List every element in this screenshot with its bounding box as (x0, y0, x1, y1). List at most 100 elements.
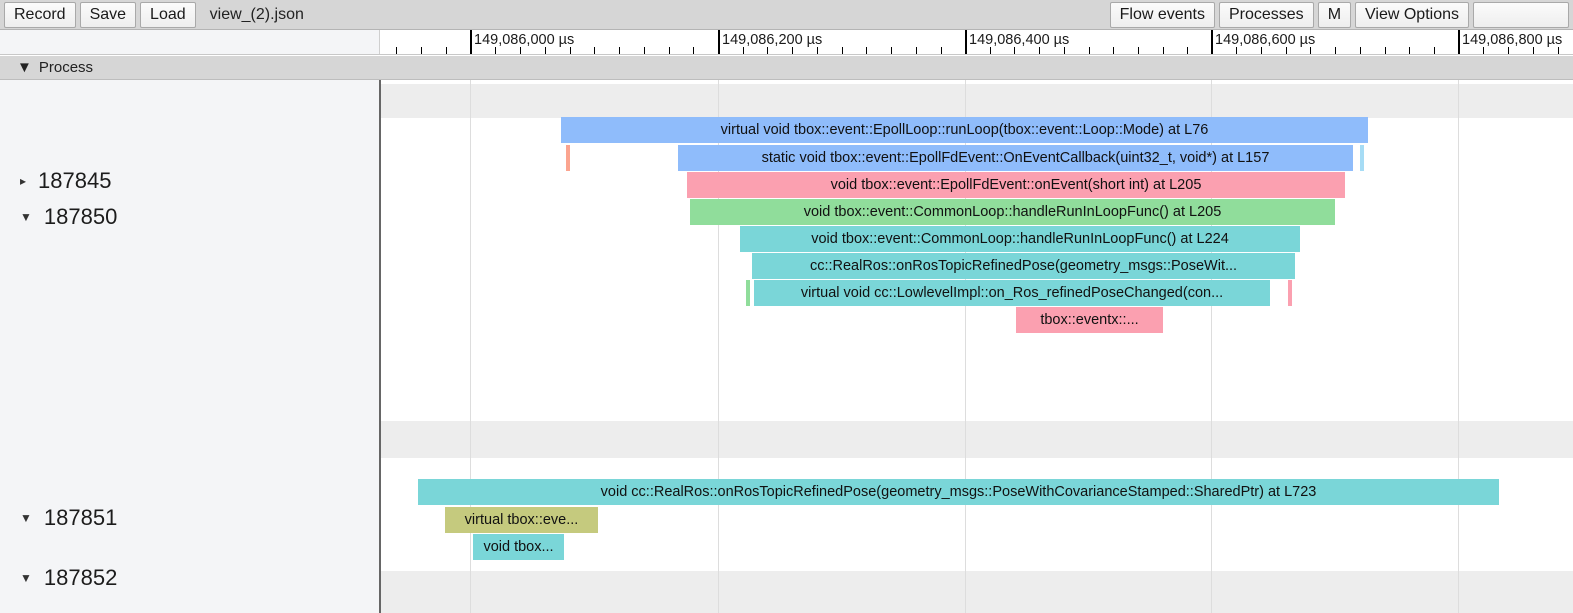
ruler-minor-tick (1434, 47, 1435, 54)
ruler-minor-tick (1310, 47, 1311, 54)
slice-oneventcallback[interactable]: static void tbox::event::EpollFdEvent::O… (678, 145, 1353, 171)
ruler-minor-tick (1163, 47, 1164, 54)
save-button[interactable]: Save (79, 1, 137, 28)
thread-id-label: 187852 (43, 565, 118, 590)
sidebar-item-187845[interactable]: ▸ 187845 (0, 164, 111, 198)
ruler-minor-tick (842, 47, 843, 54)
ruler-minor-tick (1236, 47, 1237, 54)
slice-virtual-tbox-eve[interactable]: virtual tbox::eve... (445, 507, 598, 533)
slice-eventx[interactable]: tbox::eventx::... (1016, 307, 1163, 333)
ruler-minor-tick (644, 47, 645, 54)
chevron-right-icon[interactable]: ▸ (20, 175, 26, 187)
ruler-minor-tick (446, 47, 447, 54)
slice-handlerun-l224[interactable]: void tbox::event::CommonLoop::handleRunI… (740, 226, 1300, 252)
thread-id-label: 187850 (43, 204, 118, 229)
ruler-minor-tick (767, 47, 768, 54)
ruler-minor-tick (1483, 47, 1484, 54)
ruler-minor-tick (1089, 47, 1090, 54)
ruler-minor-tick (817, 47, 818, 54)
ruler-tick-label: 149,086,200 µs (722, 32, 823, 48)
timeline-main: virtual void tbox::event::EpollLoop::run… (0, 80, 1573, 613)
thread-id-label: 187845 (38, 168, 112, 193)
ruler-minor-tick (891, 47, 892, 54)
ruler-minor-tick (594, 47, 595, 54)
view-options-button[interactable]: View Options (1355, 2, 1469, 28)
track-band-187853 (381, 571, 1573, 613)
ruler-tick-label: 149,086,600 µs (1215, 32, 1316, 48)
ruler-minor-tick (792, 47, 793, 54)
ruler-minor-tick (916, 47, 917, 54)
slice-onrostopicrefinedpose-full[interactable]: void cc::RealRos::onRosTopicRefinedPose(… (418, 479, 1499, 505)
ruler-minor-tick (1187, 47, 1188, 54)
ruler-minor-tick (545, 47, 546, 54)
track-band-187845 (381, 84, 1573, 118)
slice-sliver-lightblue[interactable] (1360, 145, 1364, 171)
ruler-minor-tick (1113, 47, 1114, 54)
ruler-minor-tick (743, 47, 744, 54)
load-button[interactable]: Load (140, 1, 196, 28)
sidebar-item-187852[interactable]: ▼ 187852 (0, 561, 117, 595)
ruler-minor-tick (1286, 47, 1287, 54)
track-area[interactable]: virtual void tbox::event::EpollLoop::run… (381, 80, 1573, 613)
thread-list-sidebar: ▸187845▼187850▼187851▼187852▼187853 (0, 80, 380, 613)
ruler-minor-tick (693, 47, 694, 54)
ruler-left-gutter (0, 30, 380, 54)
ruler-minor-tick (619, 47, 620, 54)
ruler-minor-tick (1360, 47, 1361, 54)
sidebar-track-divider (379, 80, 381, 613)
ruler-minor-tick (1014, 47, 1015, 54)
ruler-tick-label: 149,086,400 µs (969, 32, 1070, 48)
track-band-187851 (381, 421, 1573, 458)
ruler-minor-tick (866, 47, 867, 54)
chevron-down-icon[interactable]: ▼ (20, 211, 32, 223)
ruler-minor-tick (941, 47, 942, 54)
ruler-minor-tick (421, 47, 422, 54)
chevron-down-icon[interactable]: ▼ (20, 512, 32, 524)
thread-id-label: 187851 (43, 505, 118, 530)
slice-sliver-pink[interactable] (1288, 280, 1292, 306)
ruler-minor-tick (1039, 47, 1040, 54)
slice-onrostopicrefinedpose-short[interactable]: cc::RealRos::onRosTopicRefinedPose(geome… (752, 253, 1295, 279)
slice-handlerun-l205[interactable]: void tbox::event::CommonLoop::handleRunI… (690, 199, 1335, 225)
ruler-tick-label: 149,086,000 µs (474, 32, 575, 48)
ruler-minor-tick (1138, 47, 1139, 54)
ruler-minor-tick (570, 47, 571, 54)
sidebar-item-187850[interactable]: ▼ 187850 (0, 200, 117, 234)
sidebar-item-187851[interactable]: ▼ 187851 (0, 501, 117, 535)
ruler-minor-tick (1064, 47, 1065, 54)
metrics-button[interactable]: M (1317, 2, 1352, 28)
toolbar: Record Save Load view_(2).json Flow even… (0, 0, 1573, 30)
slice-sliver-green[interactable] (746, 280, 750, 306)
ruler-minor-tick (1261, 47, 1262, 54)
toolbar-right-group: Flow events Processes M View Options (1106, 0, 1573, 30)
processes-button[interactable]: Processes (1218, 2, 1314, 28)
gridline (1458, 80, 1459, 613)
ruler-minor-tick (520, 47, 521, 54)
timeline-ruler[interactable]: 149,086,000 µs 149,086,200 µs 149,086,400 … (0, 30, 1573, 55)
process-group-header[interactable]: ▼ Process (0, 56, 1573, 80)
slice-runloop[interactable]: virtual void tbox::event::EpollLoop::run… (561, 117, 1368, 143)
ruler-minor-tick (1558, 47, 1559, 54)
ruler-minor-tick (1409, 47, 1410, 54)
process-group-label: Process (38, 59, 94, 76)
ruler-minor-tick (1385, 47, 1386, 54)
gridline (470, 80, 471, 613)
flow-events-button[interactable]: Flow events (1109, 2, 1215, 28)
loaded-file-name: view_(2).json (209, 5, 304, 23)
ruler-tick-label: 149,086,800 µs (1462, 32, 1563, 48)
ruler-minor-tick (1508, 47, 1509, 54)
ruler-minor-tick (1335, 47, 1336, 54)
ruler-minor-tick (669, 47, 670, 54)
ruler-minor-tick (396, 47, 397, 54)
chevron-down-icon[interactable]: ▼ (20, 572, 32, 584)
record-button[interactable]: Record (4, 1, 76, 28)
slice-on-ros-refinedposechanged[interactable]: virtual void cc::LowlevelImpl::on_Ros_re… (754, 280, 1270, 306)
ruler-minor-tick (495, 47, 496, 54)
toolbar-overflow-slot[interactable] (1473, 2, 1569, 28)
slice-onevent[interactable]: void tbox::event::EpollFdEvent::onEvent(… (687, 172, 1345, 198)
slice-sliver-salmon[interactable] (566, 145, 570, 171)
ruler-minor-tick (1533, 47, 1534, 54)
ruler-minor-tick (990, 47, 991, 54)
chevron-down-icon[interactable]: ▼ (17, 60, 32, 75)
slice-void-tbox[interactable]: void tbox... (473, 534, 564, 560)
